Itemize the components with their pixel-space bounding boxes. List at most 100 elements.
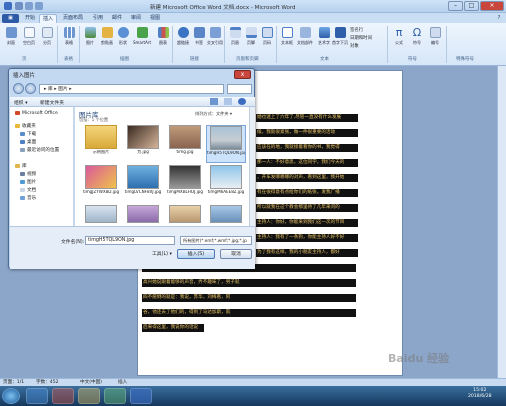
quick-parts-button[interactable]: 文档部件 — [295, 26, 315, 52]
file-thumb[interactable]: 为.jpg — [123, 125, 163, 163]
page-number-button[interactable]: 页码 — [258, 26, 276, 52]
doc-line: 后来得这里，我说你的话说 — [142, 324, 204, 332]
shapes-button[interactable]: 形状 — [114, 26, 132, 52]
nav-item-music[interactable]: 音乐 — [20, 195, 36, 201]
ie-icon[interactable] — [26, 388, 48, 404]
dialog-search-input[interactable] — [227, 84, 252, 94]
object-button[interactable]: 对象 — [350, 43, 359, 51]
star-icon — [15, 124, 20, 128]
new-folder-button[interactable]: 新建文件夹 — [40, 99, 64, 106]
file-thumb[interactable]: 示例图片 — [81, 125, 121, 163]
nav-item-desktop[interactable]: 桌面 — [20, 139, 36, 145]
start-button-icon[interactable] — [2, 388, 20, 404]
file-thumb-selected[interactable]: timgH5TQL9ON.jpg — [206, 125, 246, 163]
file-thumb[interactable]: timgJZYWX8D.jpg — [81, 165, 121, 203]
help-icon[interactable] — [238, 98, 246, 105]
header-icon — [229, 27, 241, 38]
word-taskbar-icon[interactable] — [130, 388, 152, 404]
tab-review[interactable]: 审阅 — [128, 14, 144, 23]
maximize-button[interactable]: □ — [464, 1, 479, 11]
nav-item-pictures[interactable]: 图片 — [20, 179, 36, 185]
save-icon[interactable] — [15, 2, 23, 10]
forward-arrow-icon[interactable] — [25, 83, 36, 94]
cover-page-button[interactable]: 封面 — [2, 26, 20, 52]
view-icon[interactable] — [210, 98, 218, 105]
undo-icon[interactable] — [25, 2, 33, 10]
group-separator — [79, 26, 80, 63]
tab-mailings[interactable]: 邮件 — [109, 14, 125, 23]
nav-item-recent[interactable]: 最近访问的位置 — [20, 147, 59, 153]
cancel-button[interactable]: 取消 — [220, 249, 252, 259]
chart-button[interactable]: 图表 — [154, 26, 172, 52]
folder-icon[interactable] — [78, 388, 100, 404]
symbol-button[interactable]: Ω 符号 — [408, 26, 426, 52]
drop-cap-button[interactable]: 首字下沉 — [331, 26, 349, 52]
redo-icon[interactable] — [35, 2, 43, 10]
blank-page-button[interactable]: 空白页 — [20, 26, 38, 52]
file-type-select[interactable]: 所有图片(*.emf;*.wmf;*.jpg;*.jp — [180, 236, 252, 245]
smartart-button[interactable]: SmartArt — [131, 26, 153, 52]
app-icon[interactable] — [52, 388, 74, 404]
date-time-button[interactable]: 日期和时间 — [350, 35, 372, 43]
photo-thumbnail — [85, 165, 117, 189]
file-thumb[interactable]: timgLVCNF8XJ.jpg — [123, 165, 163, 203]
file-thumb[interactable] — [206, 205, 246, 225]
word-logo-icon[interactable] — [4, 2, 12, 10]
close-window-button[interactable]: × — [480, 1, 504, 11]
back-arrow-icon[interactable] — [13, 83, 24, 94]
group-label-text: 文本 — [320, 57, 329, 62]
tab-insert[interactable]: 插入 — [39, 14, 57, 23]
tab-view[interactable]: 视图 — [147, 14, 163, 23]
signature-line-button[interactable]: 签名行 — [350, 27, 363, 35]
file-pane: 图片库 包括：1 个位置 排列方式：文件夹 ▾ 示例图片 为.jpg timg.… — [75, 107, 249, 226]
nav-item-downloads[interactable]: 下载 — [20, 131, 36, 137]
file-thumb[interactable]: timgMXBLHOJ.jpg — [165, 165, 205, 203]
tab-references[interactable]: 引用 — [90, 14, 106, 23]
group-separator — [224, 26, 225, 63]
organize-button[interactable]: 组织 ▾ — [14, 99, 28, 106]
filename-input[interactable]: timgH5TQL9ON.jpg — [85, 236, 175, 245]
tab-home[interactable]: 开始 — [22, 14, 38, 23]
address-bar[interactable]: ▸ 库 ▸ 图片 ▸ — [39, 84, 224, 94]
nav-item-favorites[interactable]: 收藏夹 — [15, 123, 36, 129]
text-box-button[interactable]: 文本框 — [278, 26, 296, 52]
equation-button[interactable]: π 公式 — [390, 26, 408, 52]
office-button[interactable]: ▣ — [2, 14, 19, 23]
chart-icon — [157, 27, 169, 38]
app-icon[interactable] — [104, 388, 126, 404]
page-break-button[interactable]: 分页 — [38, 26, 56, 52]
nav-item-libraries[interactable]: 库 — [15, 163, 27, 169]
table-button[interactable]: 表格 — [60, 26, 78, 52]
file-thumb[interactable]: timg.jpg — [165, 125, 205, 163]
preview-pane-icon[interactable] — [224, 98, 232, 105]
photo-thumbnail — [127, 125, 159, 149]
nav-item-documents[interactable]: 文档 — [20, 187, 36, 193]
video-icon — [20, 172, 25, 176]
insert-button[interactable]: 插入(S) — [177, 249, 215, 259]
quick-parts-icon — [299, 27, 311, 38]
tab-page-layout[interactable]: 页面布局 — [60, 14, 86, 23]
file-pane-scrollbar[interactable] — [249, 107, 255, 226]
numbering-icon — [429, 27, 441, 38]
dialog-close-button[interactable]: x — [234, 70, 251, 79]
picture-button[interactable]: 图片 — [81, 26, 99, 52]
nav-item-office[interactable]: Microsoft Office — [15, 111, 58, 116]
file-thumb[interactable]: timgM6AEE8Z.jpg — [206, 165, 246, 203]
photo-thumbnail — [210, 126, 242, 150]
recent-icon — [20, 148, 25, 152]
arrange-by-dropdown[interactable]: 排列方式：文件夹 ▾ — [195, 111, 232, 117]
photo-thumbnail — [210, 205, 242, 223]
file-thumb[interactable] — [123, 205, 163, 225]
file-thumb[interactable] — [165, 205, 205, 225]
clock[interactable]: 15:02 2018/6/28 — [468, 388, 492, 400]
tools-dropdown[interactable]: 工具(L) ▾ — [152, 250, 172, 257]
help-icon[interactable]: ? — [494, 14, 504, 23]
vertical-scrollbar[interactable] — [497, 66, 506, 378]
file-thumb[interactable] — [81, 205, 121, 225]
numbering-button[interactable]: 编号 — [426, 26, 444, 52]
photo-thumbnail — [210, 165, 242, 189]
minimize-button[interactable]: – — [448, 1, 463, 11]
dialog-toolbar: 组织 ▾ 新建文件夹 — [10, 97, 255, 107]
cross-reference-button[interactable]: 交叉引用 — [206, 26, 224, 52]
nav-item-videos[interactable]: 视频 — [20, 171, 36, 177]
